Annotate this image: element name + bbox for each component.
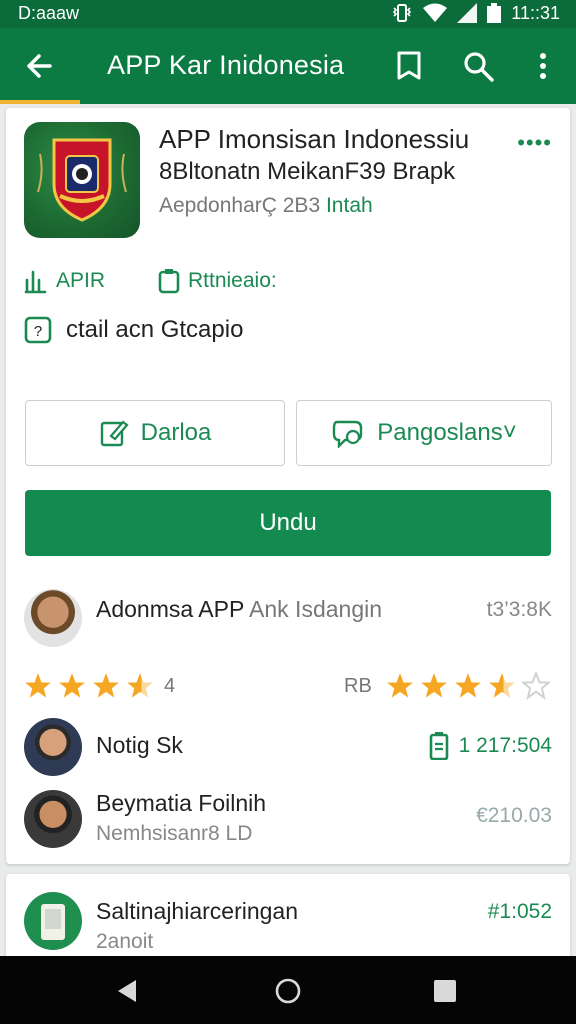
signal-icon: [457, 3, 478, 23]
install-button[interactable]: Undu: [25, 490, 551, 556]
app-detail-card: APP Imonsisan Indonessiu 8Bltonatn Meika…: [6, 108, 570, 864]
more-vert-icon[interactable]: [525, 48, 561, 84]
search-icon[interactable]: [460, 48, 496, 84]
bookmark-icon[interactable]: [391, 48, 427, 84]
avatar-reviewer-2[interactable]: [24, 718, 82, 776]
chip-rating-label: Rttnieaio:: [188, 269, 277, 292]
rating-left-stars: 4: [24, 672, 175, 700]
rating-right-label: RB: [344, 674, 372, 697]
reviewer-1-name: Adonmsa APP Ank Isdangin: [96, 596, 382, 623]
app-toolbar: APP Kar Inidonesia: [0, 28, 576, 104]
reviewer-3-count: €210.03: [476, 804, 552, 827]
battery-icon: [487, 3, 502, 23]
chip-apir[interactable]: APIR: [24, 268, 105, 294]
crest-emblem-icon: [37, 138, 127, 222]
toolbar-title: APP Kar Inidonesia: [107, 50, 345, 80]
app-meta-link[interactable]: Intah: [326, 194, 373, 217]
rating-left-label: 4: [164, 674, 176, 697]
reviewer-1-count: t3’3:8K: [486, 598, 552, 621]
description-row: ? ctail acn Gtcapio: [24, 316, 243, 344]
vibrate-icon: [393, 4, 412, 22]
info-box-icon: ?: [24, 316, 52, 344]
status-left-text: D:aaaw: [18, 3, 80, 23]
app-meta-text: AepdonharÇ 2B3: [159, 194, 321, 217]
download-outline-button[interactable]: Darloa: [25, 400, 285, 466]
tab-indicator: [0, 100, 80, 104]
reviewer-2-name: Notig Sk: [96, 732, 183, 758]
chat-outline-button[interactable]: Pangoslans˅: [296, 400, 552, 466]
related-app-title: Saltinajhiarceringan: [96, 898, 299, 924]
app-meta: AepdonharÇ 2B3 Intah: [159, 194, 373, 218]
recents-square-icon[interactable]: [432, 978, 458, 1004]
chat-icon: [333, 420, 363, 448]
battery-outline-icon: [429, 732, 448, 760]
chat-outline-label: Pangoslans˅: [377, 419, 517, 446]
share-icon: [24, 270, 47, 294]
related-app-card[interactable]: Saltinajhiarceringan 2anoit #1:052: [6, 874, 570, 964]
star-icon: [386, 673, 413, 698]
wifi-icon: [423, 3, 448, 22]
svg-text:?: ?: [34, 323, 42, 340]
star-half-icon: [127, 673, 153, 698]
star-icon: [454, 673, 481, 698]
avatar-reviewer-1[interactable]: [24, 589, 82, 647]
related-app-count: #1:052: [487, 900, 552, 923]
star-icon: [59, 673, 85, 698]
back-triangle-icon[interactable]: [114, 978, 140, 1004]
arrow-left-icon[interactable]: [20, 46, 60, 86]
chip-apir-label: APIR: [56, 269, 106, 292]
reviewer-2-count: 1 217:504: [458, 734, 552, 757]
status-time: 11::31: [511, 3, 560, 23]
reviewer-3-meta: Nemhsisanr8 LD: [96, 822, 253, 845]
download-outline-label: Darloa: [140, 419, 212, 446]
rating-right-stars: RB: [340, 672, 550, 700]
star-half-icon: [488, 673, 515, 698]
reviewer-2-meta: 1 217:504: [429, 732, 552, 760]
clipboard-icon: [158, 269, 180, 294]
star-empty-icon: [521, 672, 550, 700]
system-nav-bar: [0, 956, 576, 1024]
status-bar: D:aaaw 11::31: [0, 0, 576, 28]
reviewer-1-name-main: Adonmsa APP: [96, 596, 244, 622]
star-icon: [93, 673, 119, 698]
avatar-reviewer-3[interactable]: [24, 790, 82, 848]
reviewer-3-name: Beymatia Foilnih: [96, 790, 267, 816]
home-circle-icon[interactable]: [275, 978, 301, 1004]
edit-icon: [100, 420, 129, 447]
app-icon[interactable]: [24, 122, 140, 238]
related-app-icon[interactable]: [24, 892, 82, 950]
star-icon: [25, 673, 51, 698]
app-developer: 8Bltonatn MeikanF39 Brapk: [159, 158, 456, 185]
star-icon: [420, 673, 447, 698]
reviewer-1-name-extra: Ank Isdangin: [249, 596, 383, 622]
status-icons: 11::31: [391, 3, 560, 23]
more-options-dots[interactable]: ••••: [517, 130, 552, 156]
chip-rating[interactable]: Rttnieaio:: [158, 268, 277, 294]
phone-app-icon: [41, 904, 65, 940]
description-text: ctail acn Gtcapio: [66, 316, 244, 343]
app-title: APP Imonsisan Indonessiu: [159, 124, 470, 154]
related-app-sub: 2anoit: [96, 930, 154, 953]
